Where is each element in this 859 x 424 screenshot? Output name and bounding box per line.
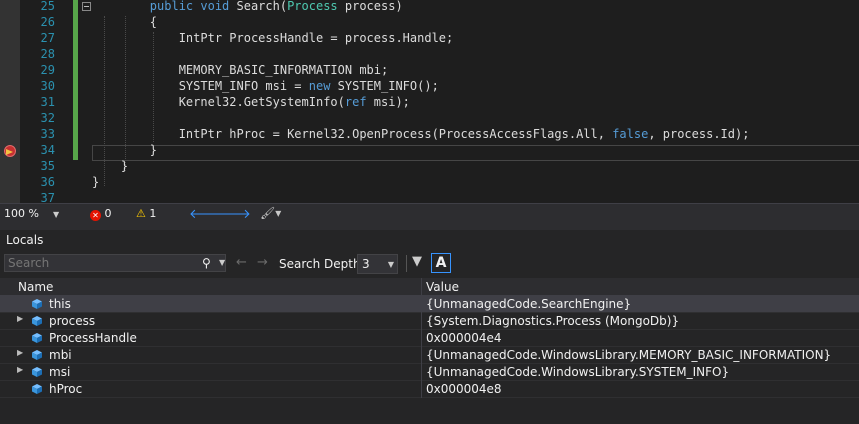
locals-panel: Locals ⚲ ▼ ← → Search Depth: 3 ▼ ▼ A Nam… xyxy=(0,230,859,424)
code-text[interactable]: IntPtr hProc = Kernel32.OpenProcess(Proc… xyxy=(92,126,750,142)
code-text[interactable]: IntPtr ProcessHandle = process.Handle; xyxy=(92,30,454,46)
line-number: 35 xyxy=(40,159,55,173)
arrow-right-icon[interactable]: 🡒 xyxy=(216,206,251,222)
field-cube-icon xyxy=(32,367,42,377)
warning-count-value: 1 xyxy=(149,207,157,220)
variable-value[interactable]: {UnmanagedCode.WindowsLibrary.SYSTEM_INF… xyxy=(426,365,729,379)
field-cube-icon xyxy=(32,350,42,360)
code-text[interactable]: } xyxy=(92,174,99,190)
table-row[interactable]: ▶ process {System.Diagnostics.Process (Mon… xyxy=(0,313,859,330)
variable-value[interactable]: {UnmanagedCode.SearchEngine} xyxy=(426,297,631,311)
expand-icon[interactable]: ▶ xyxy=(17,365,23,374)
line-number: 33 xyxy=(40,127,55,141)
arrow-right-icon[interactable]: → xyxy=(257,255,268,270)
variable-name: process xyxy=(49,314,96,328)
variable-value[interactable]: {System.Diagnostics.Process (MongoDb)} xyxy=(426,314,679,328)
code-editor[interactable]: 25 public void Search(Process process) 26… xyxy=(0,0,859,203)
code-line[interactable]: 29 MEMORY_BASIC_INFORMATION mbi; xyxy=(0,62,859,78)
variable-name: mbi xyxy=(49,348,72,362)
expand-icon[interactable]: ▶ xyxy=(17,314,23,323)
variable-name: ProcessHandle xyxy=(49,331,137,345)
font-icon[interactable]: A xyxy=(431,253,451,273)
line-number: 29 xyxy=(40,63,55,77)
column-header-value[interactable]: Value xyxy=(426,280,459,294)
editor-status-strip: 100 % ▼ ✕ 0 ⚠ 1 🡐 🡒 🖌▾ xyxy=(0,203,859,224)
variable-value[interactable]: 0x000004e8 xyxy=(426,382,502,396)
code-cleanup-icon[interactable]: 🖌▾ xyxy=(260,206,281,220)
chevron-down-icon: ▼ xyxy=(52,210,60,219)
code-text[interactable]: } xyxy=(92,142,157,158)
variable-name: hProc xyxy=(49,382,83,396)
code-line[interactable]: 37 xyxy=(0,190,859,203)
panel-title: Locals xyxy=(6,233,44,247)
zoom-dropdown[interactable]: 100 % ▼ xyxy=(4,207,59,220)
code-line[interactable]: 28 xyxy=(0,46,859,62)
error-count-value: 0 xyxy=(104,207,112,220)
code-line[interactable]: 33 IntPtr hProc = Kernel32.OpenProcess(P… xyxy=(0,126,859,142)
code-line[interactable]: 26 { xyxy=(0,14,859,30)
filter-icon[interactable]: ▼ xyxy=(412,254,422,269)
search-depth-value: 3 xyxy=(362,257,370,271)
table-row[interactable]: ProcessHandle 0x000004e4 xyxy=(0,330,859,347)
field-cube-icon xyxy=(32,384,42,394)
field-cube-icon xyxy=(32,316,42,326)
code-text[interactable]: MEMORY_BASIC_INFORMATION mbi; xyxy=(92,62,389,78)
code-line[interactable]: 25 public void Search(Process process) xyxy=(0,0,859,14)
code-text[interactable]: SYSTEM_INFO msi = new SYSTEM_INFO(); xyxy=(92,78,439,94)
grid-header: Name Value xyxy=(0,278,859,296)
code-text[interactable]: } xyxy=(92,158,128,174)
variable-name: this xyxy=(49,297,71,311)
code-line[interactable]: 31 Kernel32.GetSystemInfo(ref msi); xyxy=(0,94,859,110)
expand-icon[interactable]: ▶ xyxy=(17,348,23,357)
table-row[interactable]: ▶ msi {UnmanagedCode.WindowsLibrary.SYSTEM… xyxy=(0,364,859,381)
line-number: 31 xyxy=(40,95,55,109)
zoom-value: 100 % xyxy=(4,207,39,220)
code-text[interactable]: { xyxy=(92,14,157,30)
code-line[interactable]: 35 } xyxy=(0,158,859,174)
line-number: 27 xyxy=(40,31,55,45)
locals-toolbar: ⚲ ▼ ← → Search Depth: 3 ▼ ▼ A xyxy=(0,252,859,276)
code-line[interactable]: 36} xyxy=(0,174,859,190)
line-number: 25 xyxy=(40,0,55,13)
code-text[interactable]: Kernel32.GetSystemInfo(ref msi); xyxy=(92,94,410,110)
variable-value[interactable]: {UnmanagedCode.WindowsLibrary.MEMORY_BAS… xyxy=(426,348,831,362)
code-line[interactable]: 27 IntPtr ProcessHandle = process.Handle… xyxy=(0,30,859,46)
line-number: 30 xyxy=(40,79,55,93)
chevron-down-icon[interactable]: ▼ xyxy=(219,258,225,267)
line-number: 26 xyxy=(40,15,55,29)
error-icon: ✕ xyxy=(90,210,101,221)
variable-value[interactable]: 0x000004e4 xyxy=(426,331,502,345)
arrow-left-icon[interactable]: ← xyxy=(236,255,247,270)
search-box[interactable]: ⚲ ▼ xyxy=(4,254,226,272)
chevron-down-icon: ▼ xyxy=(387,260,394,269)
search-depth-label: Search Depth: xyxy=(279,257,365,271)
code-line[interactable]: 34 } xyxy=(0,142,859,158)
table-row[interactable]: this {UnmanagedCode.SearchEngine} xyxy=(0,296,859,313)
line-number: 32 xyxy=(40,111,55,125)
line-number: 28 xyxy=(40,47,55,61)
line-number: 36 xyxy=(40,175,55,189)
code-text[interactable]: public void Search(Process process) xyxy=(92,0,403,14)
error-count[interactable]: ✕ 0 xyxy=(90,207,112,221)
warning-icon: ⚠ xyxy=(136,207,146,220)
search-input[interactable] xyxy=(8,255,188,271)
variable-name: msi xyxy=(49,365,71,379)
line-number: 37 xyxy=(40,191,55,203)
code-line[interactable]: 32 xyxy=(0,110,859,126)
table-row[interactable]: ▶ mbi {UnmanagedCode.WindowsLibrary.MEMORY… xyxy=(0,347,859,364)
column-header-name[interactable]: Name xyxy=(18,280,53,294)
line-number: 34 xyxy=(40,143,55,157)
code-line[interactable]: 30 SYSTEM_INFO msi = new SYSTEM_INFO(); xyxy=(0,78,859,94)
search-depth-select[interactable]: 3 ▼ xyxy=(357,254,398,274)
field-cube-icon xyxy=(32,333,42,343)
search-icon[interactable]: ⚲ xyxy=(202,256,211,270)
field-cube-icon xyxy=(32,299,42,309)
warning-count[interactable]: ⚠ 1 xyxy=(136,207,156,220)
table-row[interactable]: hProc 0x000004e8 xyxy=(0,381,859,398)
